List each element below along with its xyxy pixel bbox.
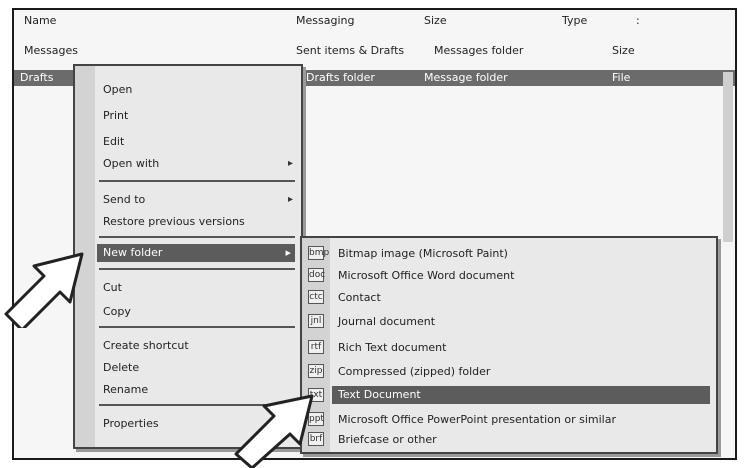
column-header-type[interactable]: Type [562,14,587,27]
menu-separator [99,180,295,182]
menu-item-send-to[interactable]: Send to ▸ [101,190,293,208]
menu-item-open-with[interactable]: Open with ▸ [101,154,293,172]
row-name: Messages [24,44,78,57]
chevron-right-icon: ▸ [287,193,293,205]
submenu-item-briefcase[interactable]: Briefcase or other [336,430,708,448]
submenu-item-powerpoint[interactable]: Microsoft Office PowerPoint presentation… [336,410,708,428]
new-submenu: bmp Bitmap image (Microsoft Paint) doc M… [300,236,718,454]
chevron-right-icon: ▸ [285,246,291,259]
menu-item-print[interactable]: Print [101,106,293,124]
submenu-item-rich-text[interactable]: Rich Text document [336,338,708,356]
menu-item-new-folder[interactable]: New folder ▸ [97,244,295,262]
row-name: Drafts [20,71,54,84]
menu-item-copy[interactable]: Copy [101,302,293,320]
callout-arrow-icon [4,252,84,328]
callout-arrow-icon [234,394,314,468]
menu-item-edit[interactable]: Edit [101,132,293,150]
row-col2: Sent items & Drafts [296,44,405,57]
word-file-icon: doc [308,268,326,282]
bitmap-file-icon: bmp [308,246,330,260]
column-header-row: Name Messaging Size Type : [14,12,735,32]
contact-file-icon: ctc [308,290,324,304]
rtf-file-icon: rtf [308,340,324,354]
menu-separator [99,268,295,270]
menu-item-create-shortcut[interactable]: Create shortcut [101,336,293,354]
submenu-item-bitmap[interactable]: Bitmap image (Microsoft Paint) [336,244,708,262]
row-col4: File [612,71,631,84]
menu-item-restore-previous-versions[interactable]: Restore previous versions [101,212,293,230]
row-col3: Messages folder [434,44,524,57]
submenu-item-compressed-folder[interactable]: Compressed (zipped) folder [336,362,708,380]
row-col2: Drafts folder [306,71,375,84]
submenu-item-text-document[interactable]: Text Document [332,386,710,404]
list-row-messages[interactable]: Messages Sent items & Drafts Messages fo… [14,42,735,62]
journal-file-icon: jnl [308,314,324,328]
menu-item-open[interactable]: Open [101,80,293,98]
column-header-messaging[interactable]: Messaging [296,14,354,27]
menu-separator [99,326,295,328]
zip-folder-icon: zip [308,364,324,378]
menu-separator [99,236,295,238]
column-header-size[interactable]: Size [424,14,447,27]
submenu-item-journal[interactable]: Journal document [336,312,708,330]
row-col4: Size [612,44,635,57]
column-header-name[interactable]: Name [24,14,56,27]
menu-item-cut[interactable]: Cut [101,278,293,296]
row-col3: Message folder [424,71,508,84]
submenu-item-word-document[interactable]: Microsoft Office Word document [336,266,708,284]
menu-item-delete[interactable]: Delete [101,358,293,376]
chevron-right-icon: ▸ [287,157,293,169]
submenu-item-contact[interactable]: Contact [336,288,708,306]
column-header-extra: : [636,14,640,27]
vertical-scrollbar[interactable] [723,72,733,242]
